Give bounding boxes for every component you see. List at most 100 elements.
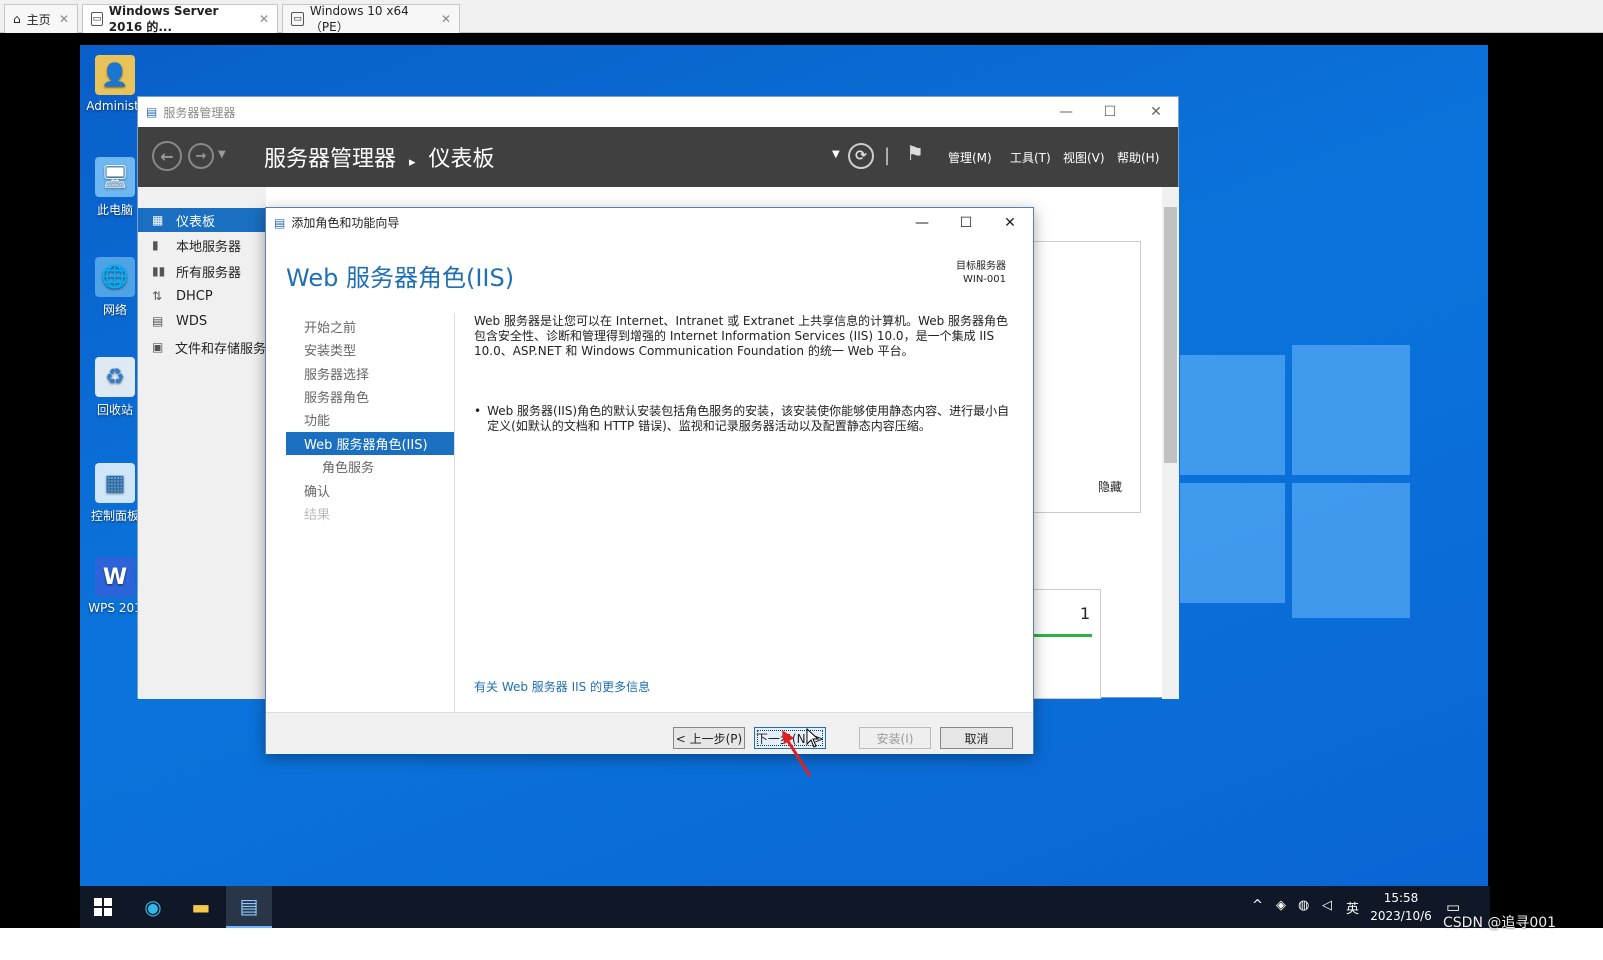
wps-icon: W	[95, 557, 135, 597]
divider	[454, 313, 455, 713]
hide-link[interactable]: 隐藏	[1098, 478, 1122, 495]
close-icon[interactable]: ✕	[259, 12, 269, 26]
back-arrow-icon[interactable]: ←	[152, 141, 182, 171]
close-button[interactable]: ✕	[988, 208, 1032, 238]
clock-date: 2023/10/6	[1370, 909, 1432, 923]
maximize-button[interactable]: ☐	[1088, 97, 1132, 127]
host-tab-server2016[interactable]: ▭ Windows Server 2016 的... ✕	[82, 3, 278, 34]
menu-help[interactable]: 帮助(H)	[1117, 149, 1159, 166]
host-tab-label: Windows 10 x64（PE）	[309, 3, 409, 34]
server-manager-taskbar-icon[interactable]: ▤	[226, 886, 272, 928]
watermark: CSDN @追寻001	[1443, 915, 1557, 931]
more-info-link[interactable]: 有关 Web 服务器 IIS 的更多信息	[474, 678, 650, 695]
host-tab-win10[interactable]: ▭ Windows 10 x64（PE） ✕	[282, 3, 460, 34]
step-server-selection[interactable]: 服务器选择	[286, 362, 454, 385]
sidebar-item-label: 本地服务器	[176, 239, 242, 255]
server-manager-icon: ▤	[274, 215, 286, 230]
sidebar-item-dashboard[interactable]: ▦ 仪表板	[138, 208, 266, 232]
edge-icon[interactable]: ◉	[130, 886, 176, 928]
file-explorer-icon[interactable]: ▬	[178, 886, 224, 928]
refresh-icon[interactable]: ⟳	[848, 143, 874, 169]
server-manager-icon: ▤	[146, 105, 158, 119]
forward-arrow-icon[interactable]: →	[188, 143, 214, 169]
computer-icon: 🖥	[95, 157, 135, 197]
desktop-icon-label: 网络	[102, 303, 127, 317]
close-icon[interactable]: ✕	[59, 12, 69, 26]
target-server-label: 目标服务器	[956, 261, 1006, 272]
network-adapter-icon[interactable]: ◈	[1276, 898, 1286, 913]
step-web-server-role[interactable]: Web 服务器角色(IIS)	[286, 432, 454, 455]
start-button[interactable]	[80, 886, 126, 928]
desktop-icon-label: 此电脑	[96, 203, 133, 217]
tray-overflow-icon[interactable]: ^	[1252, 898, 1263, 913]
sidebar-item-dhcp[interactable]: ⇅ DHCP	[138, 284, 266, 308]
flag-icon[interactable]: ⚑	[906, 141, 924, 165]
server-group-tile[interactable]: 1	[1033, 589, 1101, 699]
taskbar: ◉ ▬ ▤ ^ ◈ ◍ ◁ 英 15:58 2023/10/6 ▭	[80, 886, 1490, 928]
minimize-button[interactable]: —	[1044, 97, 1088, 127]
install-button: 安装(I)	[859, 727, 931, 749]
sidebar-item-wds[interactable]: ▤ WDS	[138, 309, 266, 333]
host-tab-bar: ⌂ 主页 ✕ ▭ Windows Server 2016 的... ✕ ▭ Wi…	[0, 0, 1603, 34]
windows-logo-wallpaper	[1180, 345, 1410, 625]
dashboard-icon: ▦	[152, 213, 164, 227]
step-installation-type[interactable]: 安装类型	[286, 338, 454, 361]
close-icon[interactable]: ✕	[441, 12, 451, 26]
sidebar-item-label: DHCP	[176, 288, 213, 304]
bullet-icon: •	[474, 404, 482, 418]
vm-icon: ▭	[91, 12, 103, 26]
globe-icon[interactable]: ◍	[1298, 898, 1309, 913]
vm-icon: ▭	[291, 12, 304, 26]
host-bottom-strip	[0, 928, 1603, 960]
mouse-cursor-icon	[806, 728, 820, 748]
server-manager-titlebar: ▤ 服务器管理器	[138, 97, 1178, 127]
step-server-roles[interactable]: 服务器角色	[286, 385, 454, 408]
vm-border	[1488, 45, 1603, 940]
ime-indicator[interactable]: 英	[1346, 898, 1359, 917]
host-tab-label: Windows Server 2016 的...	[108, 3, 219, 34]
add-roles-wizard: ▤ 添加角色和功能向导 — ☐ ✕ Web 服务器角色(IIS) 目标服务器 W…	[265, 207, 1034, 777]
host-tab-label: 主页	[26, 12, 51, 27]
previous-button[interactable]: < 上一步(P)	[673, 727, 745, 749]
step-confirmation[interactable]: 确认	[286, 479, 454, 502]
step-role-services[interactable]: 角色服务	[286, 455, 454, 478]
step-results: 结果	[304, 508, 331, 523]
servers-icon: ▮▮	[152, 264, 166, 278]
bullet-item: • Web 服务器(IIS)角色的默认安装包括角色服务的安装，该安装使你能够使用…	[474, 404, 1014, 434]
control-panel-icon: ▦	[95, 463, 135, 503]
breadcrumb-root: 服务器管理器	[264, 147, 397, 172]
window-title: 服务器管理器	[163, 105, 236, 120]
breadcrumb-separator: ▸	[409, 155, 416, 170]
clock[interactable]: 15:58 2023/10/6	[1366, 889, 1436, 925]
windows-start-icon	[94, 898, 112, 916]
menu-tools[interactable]: 工具(T)	[1010, 149, 1051, 166]
host-tab-home[interactable]: ⌂ 主页 ✕	[4, 4, 78, 33]
breadcrumb-page: 仪表板	[428, 147, 495, 172]
desktop-icon-label: 回收站	[96, 403, 133, 417]
step-features[interactable]: 功能	[286, 408, 454, 431]
chevron-down-icon[interactable]: ▼	[832, 149, 840, 160]
sidebar-item-all-servers[interactable]: ▮▮ 所有服务器	[138, 259, 266, 283]
sidebar-item-label: 所有服务器	[176, 265, 242, 281]
scrollbar-thumb[interactable]	[1164, 207, 1177, 463]
chevron-down-icon[interactable]: ▼	[218, 149, 226, 160]
minimize-button[interactable]: —	[900, 208, 944, 238]
cancel-button[interactable]: 取消	[940, 727, 1013, 749]
sidebar-item-label: 仪表板	[176, 214, 216, 230]
close-button[interactable]: ✕	[1134, 97, 1178, 127]
sidebar-item-local-server[interactable]: ▮ 本地服务器	[138, 233, 266, 257]
storage-icon: ▣	[152, 340, 164, 354]
volume-muted-icon[interactable]: ◁	[1322, 898, 1332, 913]
sidebar-item-file-storage[interactable]: ▣ 文件和存储服务	[138, 335, 266, 359]
menu-view[interactable]: 视图(V)	[1063, 149, 1105, 166]
server-manager-sidebar: ▦ 仪表板 ▮ 本地服务器 ▮▮ 所有服务器 ⇅ DHCP ▤ WDS ▣ 文件…	[138, 187, 266, 699]
user-folder-icon: 👤	[95, 55, 135, 95]
menu-manage[interactable]: 管理(M)	[948, 149, 992, 166]
target-server-value: WIN-001	[962, 274, 1006, 285]
dashboard-tile: 隐藏	[1033, 241, 1141, 513]
clock-time: 15:58	[1383, 891, 1419, 905]
maximize-button[interactable]: ☐	[944, 208, 988, 238]
desktop-icon-label: WPS 201	[88, 601, 142, 615]
step-before-you-begin[interactable]: 开始之前	[286, 315, 454, 338]
tile-count: 1	[1080, 604, 1091, 623]
